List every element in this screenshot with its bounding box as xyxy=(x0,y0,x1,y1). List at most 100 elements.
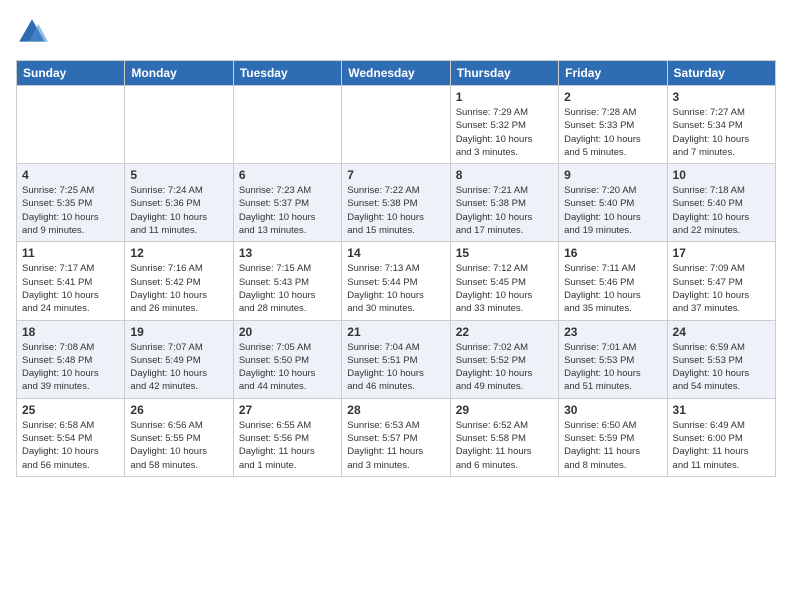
calendar-cell: 8 Sunrise: 7:21 AM Sunset: 5:38 PM Daylig… xyxy=(450,164,558,242)
day-info: Sunrise: 7:04 AM Sunset: 5:51 PM Dayligh… xyxy=(347,341,444,394)
calendar-cell: 9 Sunrise: 7:20 AM Sunset: 5:40 PM Daylig… xyxy=(559,164,667,242)
calendar-cell xyxy=(17,86,125,164)
day-number: 21 xyxy=(347,325,444,339)
day-number: 7 xyxy=(347,168,444,182)
day-number: 14 xyxy=(347,246,444,260)
calendar-cell: 10 Sunrise: 7:18 AM Sunset: 5:40 PM Dayli… xyxy=(667,164,775,242)
day-number: 13 xyxy=(239,246,336,260)
day-number: 23 xyxy=(564,325,661,339)
calendar-cell: 2 Sunrise: 7:28 AM Sunset: 5:33 PM Daylig… xyxy=(559,86,667,164)
day-number: 5 xyxy=(130,168,227,182)
day-info: Sunrise: 7:25 AM Sunset: 5:35 PM Dayligh… xyxy=(22,184,119,237)
calendar-table: SundayMondayTuesdayWednesdayThursdayFrid… xyxy=(16,60,776,477)
day-number: 20 xyxy=(239,325,336,339)
weekday-header: Sunday xyxy=(17,61,125,86)
calendar-week-row: 4 Sunrise: 7:25 AM Sunset: 5:35 PM Daylig… xyxy=(17,164,776,242)
day-info: Sunrise: 7:07 AM Sunset: 5:49 PM Dayligh… xyxy=(130,341,227,394)
day-info: Sunrise: 7:16 AM Sunset: 5:42 PM Dayligh… xyxy=(130,262,227,315)
logo xyxy=(16,16,52,48)
day-number: 10 xyxy=(673,168,770,182)
page-header xyxy=(16,16,776,48)
day-number: 4 xyxy=(22,168,119,182)
day-info: Sunrise: 7:21 AM Sunset: 5:38 PM Dayligh… xyxy=(456,184,553,237)
day-number: 15 xyxy=(456,246,553,260)
day-info: Sunrise: 7:11 AM Sunset: 5:46 PM Dayligh… xyxy=(564,262,661,315)
day-number: 27 xyxy=(239,403,336,417)
day-number: 6 xyxy=(239,168,336,182)
calendar-cell: 1 Sunrise: 7:29 AM Sunset: 5:32 PM Daylig… xyxy=(450,86,558,164)
day-info: Sunrise: 7:20 AM Sunset: 5:40 PM Dayligh… xyxy=(564,184,661,237)
day-info: Sunrise: 7:12 AM Sunset: 5:45 PM Dayligh… xyxy=(456,262,553,315)
day-info: Sunrise: 7:02 AM Sunset: 5:52 PM Dayligh… xyxy=(456,341,553,394)
logo-icon xyxy=(16,16,48,48)
day-info: Sunrise: 7:22 AM Sunset: 5:38 PM Dayligh… xyxy=(347,184,444,237)
weekday-header: Saturday xyxy=(667,61,775,86)
day-number: 22 xyxy=(456,325,553,339)
day-info: Sunrise: 7:29 AM Sunset: 5:32 PM Dayligh… xyxy=(456,106,553,159)
weekday-header-row: SundayMondayTuesdayWednesdayThursdayFrid… xyxy=(17,61,776,86)
day-info: Sunrise: 7:01 AM Sunset: 5:53 PM Dayligh… xyxy=(564,341,661,394)
day-info: Sunrise: 7:28 AM Sunset: 5:33 PM Dayligh… xyxy=(564,106,661,159)
calendar-cell: 5Sunrise: 7:24 AM Sunset: 5:36 PM Daylig… xyxy=(125,164,233,242)
calendar-week-row: 25Sunrise: 6:58 AM Sunset: 5:54 PM Dayli… xyxy=(17,398,776,476)
day-info: Sunrise: 7:05 AM Sunset: 5:50 PM Dayligh… xyxy=(239,341,336,394)
day-info: Sunrise: 6:59 AM Sunset: 5:53 PM Dayligh… xyxy=(673,341,770,394)
weekday-header: Monday xyxy=(125,61,233,86)
calendar-cell: 17 Sunrise: 7:09 AM Sunset: 5:47 PM Dayli… xyxy=(667,242,775,320)
calendar-week-row: 18 Sunrise: 7:08 AM Sunset: 5:48 PM Dayli… xyxy=(17,320,776,398)
day-info: Sunrise: 7:23 AM Sunset: 5:37 PM Dayligh… xyxy=(239,184,336,237)
day-number: 8 xyxy=(456,168,553,182)
weekday-header: Wednesday xyxy=(342,61,450,86)
day-info: Sunrise: 6:50 AM Sunset: 5:59 PM Dayligh… xyxy=(564,419,661,472)
day-number: 11 xyxy=(22,246,119,260)
day-number: 2 xyxy=(564,90,661,104)
calendar-cell: 28 Sunrise: 6:53 AM Sunset: 5:57 PM Dayli… xyxy=(342,398,450,476)
calendar-cell: 25Sunrise: 6:58 AM Sunset: 5:54 PM Dayli… xyxy=(17,398,125,476)
day-number: 17 xyxy=(673,246,770,260)
day-number: 1 xyxy=(456,90,553,104)
day-info: Sunrise: 6:58 AM Sunset: 5:54 PM Dayligh… xyxy=(22,419,119,472)
day-number: 26 xyxy=(130,403,227,417)
day-number: 31 xyxy=(673,403,770,417)
day-number: 19 xyxy=(130,325,227,339)
calendar-cell: 16Sunrise: 7:11 AM Sunset: 5:46 PM Dayli… xyxy=(559,242,667,320)
day-info: Sunrise: 6:55 AM Sunset: 5:56 PM Dayligh… xyxy=(239,419,336,472)
calendar-cell xyxy=(125,86,233,164)
calendar-cell: 3Sunrise: 7:27 AM Sunset: 5:34 PM Daylig… xyxy=(667,86,775,164)
day-number: 30 xyxy=(564,403,661,417)
calendar-cell xyxy=(233,86,341,164)
day-info: Sunrise: 6:53 AM Sunset: 5:57 PM Dayligh… xyxy=(347,419,444,472)
day-info: Sunrise: 6:49 AM Sunset: 6:00 PM Dayligh… xyxy=(673,419,770,472)
day-info: Sunrise: 7:09 AM Sunset: 5:47 PM Dayligh… xyxy=(673,262,770,315)
calendar-cell: 14 Sunrise: 7:13 AM Sunset: 5:44 PM Dayli… xyxy=(342,242,450,320)
calendar-cell: 7 Sunrise: 7:22 AM Sunset: 5:38 PM Daylig… xyxy=(342,164,450,242)
calendar-cell: 26 Sunrise: 6:56 AM Sunset: 5:55 PM Dayli… xyxy=(125,398,233,476)
calendar-cell: 31 Sunrise: 6:49 AM Sunset: 6:00 PM Dayli… xyxy=(667,398,775,476)
calendar-cell: 12 Sunrise: 7:16 AM Sunset: 5:42 PM Dayli… xyxy=(125,242,233,320)
day-info: Sunrise: 7:08 AM Sunset: 5:48 PM Dayligh… xyxy=(22,341,119,394)
day-number: 29 xyxy=(456,403,553,417)
day-number: 28 xyxy=(347,403,444,417)
day-number: 12 xyxy=(130,246,227,260)
calendar-week-row: 11 Sunrise: 7:17 AM Sunset: 5:41 PM Dayli… xyxy=(17,242,776,320)
weekday-header: Tuesday xyxy=(233,61,341,86)
calendar-cell: 15 Sunrise: 7:12 AM Sunset: 5:45 PM Dayli… xyxy=(450,242,558,320)
day-number: 9 xyxy=(564,168,661,182)
calendar-cell: 11 Sunrise: 7:17 AM Sunset: 5:41 PM Dayli… xyxy=(17,242,125,320)
day-info: Sunrise: 7:18 AM Sunset: 5:40 PM Dayligh… xyxy=(673,184,770,237)
day-info: Sunrise: 7:15 AM Sunset: 5:43 PM Dayligh… xyxy=(239,262,336,315)
calendar-cell: 27 Sunrise: 6:55 AM Sunset: 5:56 PM Dayli… xyxy=(233,398,341,476)
day-info: Sunrise: 7:27 AM Sunset: 5:34 PM Dayligh… xyxy=(673,106,770,159)
day-info: Sunrise: 7:13 AM Sunset: 5:44 PM Dayligh… xyxy=(347,262,444,315)
calendar-cell: 29 Sunrise: 6:52 AM Sunset: 5:58 PM Dayli… xyxy=(450,398,558,476)
day-info: Sunrise: 6:56 AM Sunset: 5:55 PM Dayligh… xyxy=(130,419,227,472)
calendar-cell: 6 Sunrise: 7:23 AM Sunset: 5:37 PM Daylig… xyxy=(233,164,341,242)
calendar-cell: 20 Sunrise: 7:05 AM Sunset: 5:50 PM Dayli… xyxy=(233,320,341,398)
day-info: Sunrise: 7:17 AM Sunset: 5:41 PM Dayligh… xyxy=(22,262,119,315)
calendar-cell: 23 Sunrise: 7:01 AM Sunset: 5:53 PM Dayli… xyxy=(559,320,667,398)
weekday-header: Friday xyxy=(559,61,667,86)
calendar-cell: 22 Sunrise: 7:02 AM Sunset: 5:52 PM Dayli… xyxy=(450,320,558,398)
day-info: Sunrise: 6:52 AM Sunset: 5:58 PM Dayligh… xyxy=(456,419,553,472)
calendar-cell: 19 Sunrise: 7:07 AM Sunset: 5:49 PM Dayli… xyxy=(125,320,233,398)
day-number: 18 xyxy=(22,325,119,339)
